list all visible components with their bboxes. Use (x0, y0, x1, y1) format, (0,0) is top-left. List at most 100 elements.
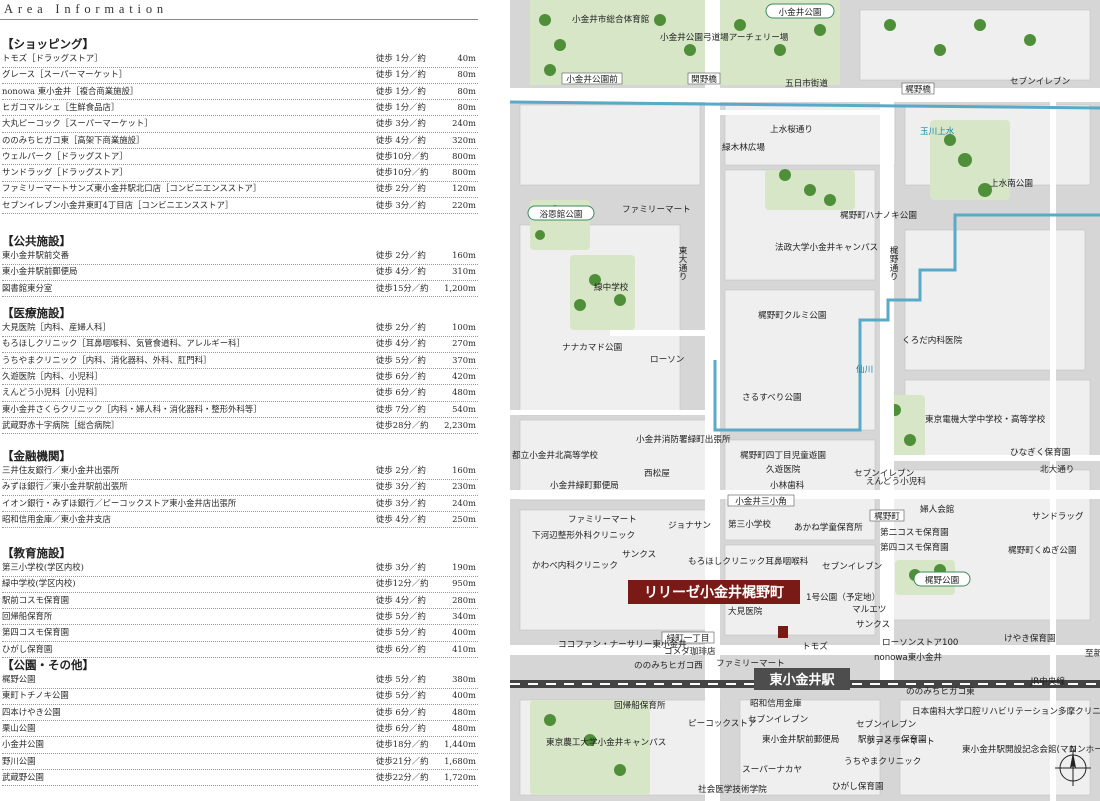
facility-name: 武蔵野赤十字病院［総合病院］ (2, 419, 120, 430)
distance: 100m (452, 322, 476, 332)
place-label: 大見医院 (728, 605, 763, 617)
station-name[interactable]: 東小金井駅 (769, 672, 835, 688)
place-label: 第二コスモ保育園 (880, 526, 949, 538)
area-map: リリーゼ小金井梶野町 東小金井駅 JR中央線 至新宿 小金井公園 浴恩館公園 梶… (510, 0, 1100, 801)
signal-sansho-kado: 小金井三小角 (735, 495, 787, 507)
road-label-kita: 北大通り (1040, 463, 1074, 475)
place-label: 1号公園（予定地） (806, 591, 880, 603)
place-label: 日本歯科大学口腔リハビリテーション多摩クリニック (912, 705, 1100, 717)
place-label: えんどう小児科 (866, 475, 926, 487)
distance: 1,200m (444, 282, 476, 293)
walk-time: 徒歩 4分／約 (376, 594, 426, 605)
facility-row: グレース［スーパーマーケット］ 徒歩 1分／約 80m (2, 67, 478, 84)
place-label: くろだ内科医院 (902, 334, 963, 346)
facility-name: もろほしクリニック［耳鼻咽喉科、気管食道科、アレルギー科］ (2, 338, 245, 349)
place-label: 西松屋 (644, 467, 670, 479)
place-label: ファミリーマート (622, 205, 691, 215)
walk-time: 徒歩 2分／約 (376, 183, 426, 194)
place-label: 婦人会館 (920, 503, 954, 515)
facility-name: 緑中学校(学区内校) (2, 578, 76, 589)
facility-name: みずほ銀行／東小金井駅前出張所 (2, 481, 128, 492)
facility-name: 大丸ピーコック［スーパーマーケット］ (2, 118, 153, 129)
facility-row: 栗山公園 徒歩 6分／約 480m (2, 721, 478, 738)
place-label: 回帰船保育所 (614, 699, 666, 711)
facility-name: 久遊医院［内科、小児科］ (2, 370, 103, 381)
facility-name: ヒガコマルシェ［生鮮食品店］ (2, 101, 120, 112)
walk-time: 徒歩 6分／約 (376, 370, 426, 381)
distance: 80m (457, 69, 476, 80)
facility-row: サンドラッグ［ドラッグストア］ 徒歩10分／約 800m (2, 165, 478, 182)
distance: 250m (452, 513, 476, 524)
facility-row: 野川公園 徒歩21分／約 1,680m (2, 754, 478, 771)
place-label: サンドラッグ (1032, 510, 1084, 522)
place-label: 小金井公園弓道場アーチェリー場 (660, 31, 789, 43)
place-label: スーパーナカヤ (742, 764, 802, 775)
title-divider (0, 19, 478, 20)
rail-line-label: JR中央線 (1030, 675, 1066, 687)
facility-name: 第四コスモ保育園 (2, 627, 69, 638)
place-label: 昭和信用金庫 (750, 697, 802, 709)
road-label-itsukaichi: 五日市街道 (785, 77, 828, 89)
walk-time: 徒歩 1分／約 (376, 101, 426, 112)
place-label: 東小金井駅前郵便局 (762, 733, 839, 745)
facility-name: 東小金井駅前交番 (2, 250, 69, 260)
place-label: 東小金井駅開設記念会館(マロンホール) (962, 743, 1100, 755)
facility-name: 栗山公園 (2, 722, 36, 733)
distance: 320m (452, 134, 476, 145)
walk-time: 徒歩18分／約 (376, 739, 429, 750)
property-marker[interactable] (778, 626, 788, 638)
place-label: 法政大学小金井キャンパス (775, 241, 878, 253)
walk-time: 徒歩 6分／約 (376, 643, 426, 654)
distance: 1,720m (444, 771, 476, 782)
property-name[interactable]: リリーゼ小金井梶野町 (644, 584, 784, 601)
water-label-sengawa: 仙川 (856, 363, 873, 375)
place-label: あかね学童保育所 (794, 521, 863, 533)
distance: 80m (457, 85, 476, 96)
facility-row: うちやまクリニック［内科、消化器科、外科、肛門科］ 徒歩 5分／約 370m (2, 353, 478, 370)
distance: 270m (452, 338, 476, 349)
walk-time: 徒歩 3分／約 (376, 497, 426, 508)
facility-row: ヒガコマルシェ［生鮮食品店］ 徒歩 1分／約 80m (2, 100, 478, 117)
place-label: ファミリーマート (568, 515, 637, 525)
signal-sekinobashi: 関野橋 (691, 73, 717, 85)
facility-row: 東小金井さくらクリニック［内科・婦人科・消化器科・整形外科等］ 徒歩 7分／約 54… (2, 402, 478, 419)
facility-name: 東小金井駅前郵便局 (2, 266, 78, 277)
walk-time: 徒歩21分／約 (376, 755, 429, 766)
place-label: トモズ (802, 640, 828, 652)
place-label: セブンイレブン (822, 560, 882, 572)
walk-time: 徒歩 2分／約 (376, 465, 426, 475)
distance: 80m (457, 101, 476, 112)
distance: 400m (452, 690, 476, 701)
distance: 480m (452, 387, 476, 398)
place-label: けやき保育園 (1004, 632, 1056, 644)
distance: 280m (452, 594, 476, 605)
place-label: サンクス (856, 619, 890, 630)
walk-time: 徒歩 5分／約 (376, 354, 426, 365)
place-label: 梶野町ハナノキ公園 (840, 209, 917, 221)
place-label: 第三小学校 (728, 518, 771, 530)
facility-row: 三井住友銀行／東小金井出張所 徒歩 2分／約 160m (2, 463, 478, 480)
distance: 1,440m (444, 739, 476, 750)
place-label: かわべ内科クリニック (532, 559, 618, 571)
facility-row: 四本けやき公園 徒歩 6分／約 480m (2, 705, 478, 722)
road-label-josui: 上水桜通り (770, 123, 813, 135)
facility-name: 大見医院［内科、産婦人科］ (2, 322, 111, 332)
section-heading: 【金融機関】 (2, 449, 71, 463)
page-title: Area Information (4, 2, 168, 16)
water-label-tamagawa: 玉川上水 (920, 125, 955, 137)
place-label: ファミリーマート (866, 737, 935, 747)
place-label: 下河辺整形外科クリニック (532, 529, 635, 541)
signal-koganei-park: 小金井公園前 (566, 73, 618, 85)
distance: 380m (452, 674, 476, 684)
walk-time: 徒歩 5分／約 (376, 674, 426, 684)
place-label: 小林歯科 (770, 479, 805, 491)
place-label: 梶野町四丁目児童遊園 (740, 449, 826, 461)
facility-row: セブンイレブン小金井東町4丁目店［コンビニエンスストア］ 徒歩 3分／約 220m (2, 198, 478, 215)
distance: 240m (452, 497, 476, 508)
place-label: うちやまクリニック (844, 756, 921, 767)
walk-time: 徒歩 6分／約 (376, 722, 426, 733)
section-heading: 【公共施設】 (2, 234, 71, 248)
place-label: マルエツ (852, 605, 886, 615)
facility-name: 昭和信用金庫／東小金井支店 (2, 513, 111, 524)
distance: 190m (452, 562, 476, 572)
